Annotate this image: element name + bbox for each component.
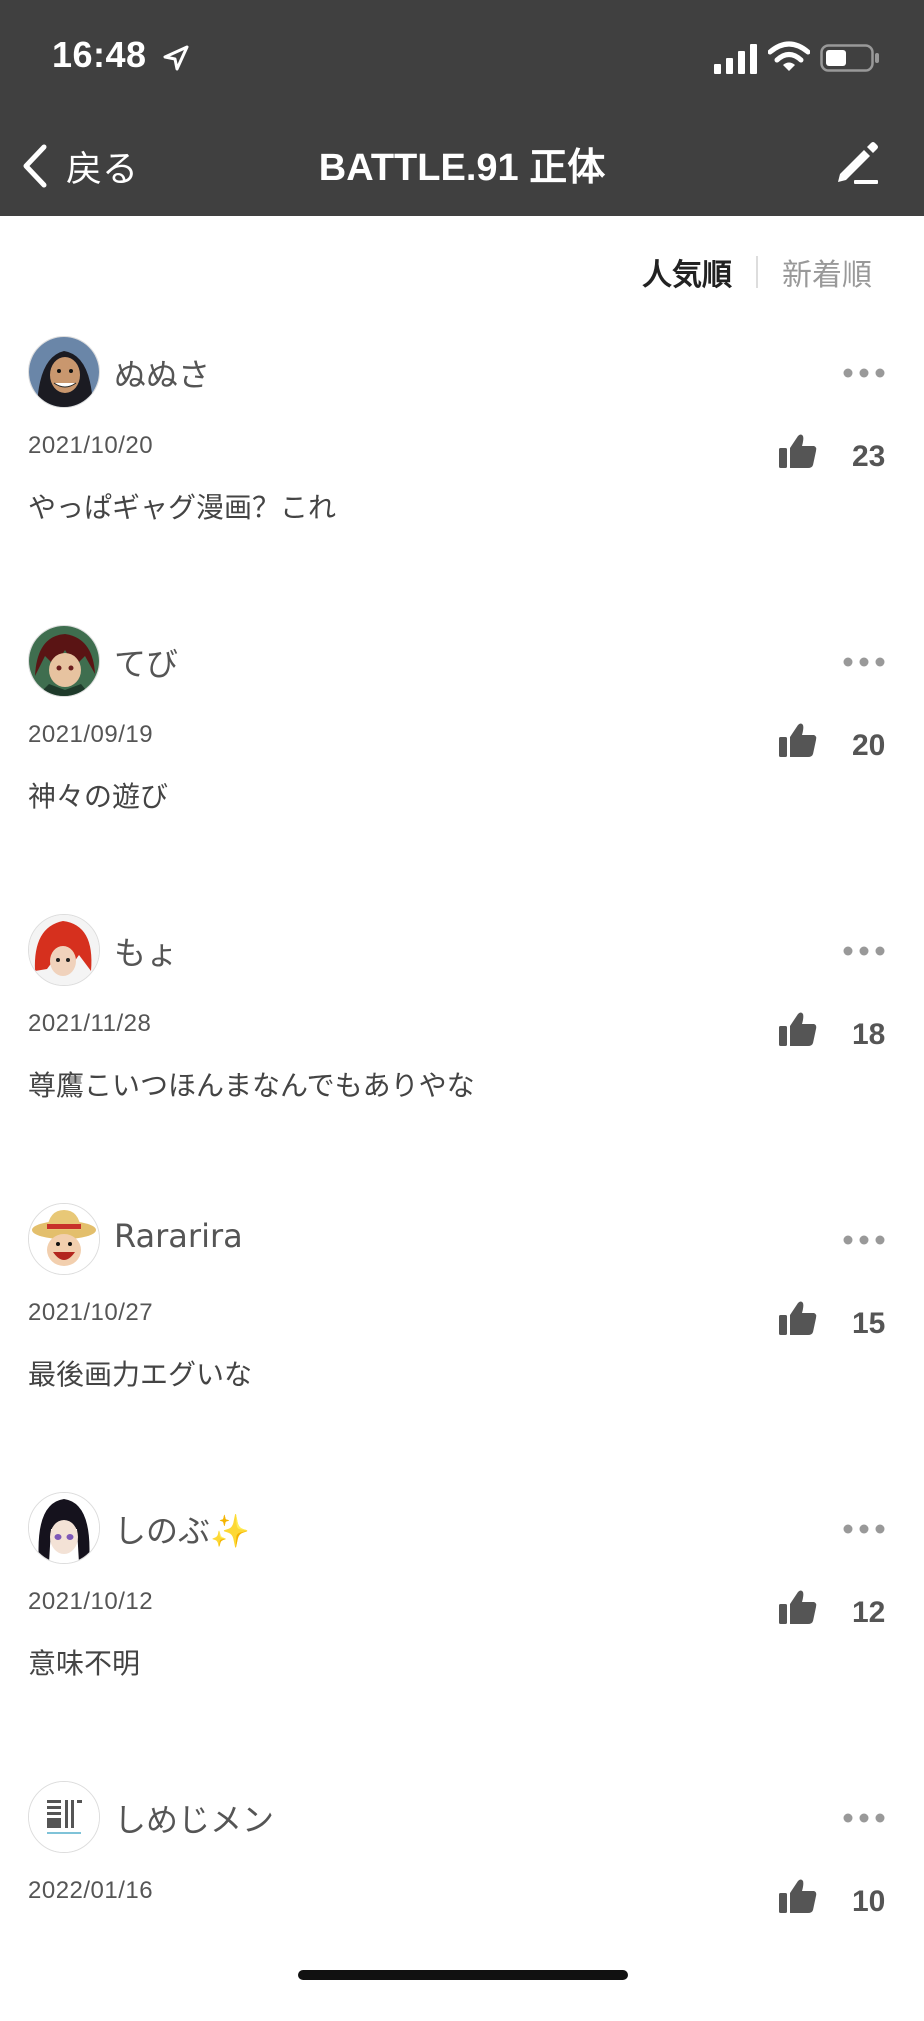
comment-text: 意味不明	[28, 1647, 141, 1680]
thumbs-up-icon[interactable]	[778, 432, 818, 470]
sort-divider	[756, 256, 758, 288]
like-count: 10	[852, 1885, 886, 1918]
avatar-straw-hat	[29, 1204, 99, 1274]
comment-text: やっぱギャグ漫画？これ	[28, 491, 337, 524]
comment-text: 神々の遊び	[28, 780, 169, 813]
comment-text: 尊鷹こいつほんまなんでもありやな	[28, 1069, 475, 1102]
comment-date: 2021/10/12	[28, 1588, 154, 1615]
comment-text: 最後画力エグいな	[28, 1358, 253, 1391]
avatar-dark-hair	[29, 337, 99, 407]
more-options-icon[interactable]	[842, 655, 886, 669]
cellular-signal-icon	[714, 44, 757, 74]
username[interactable]: ぬぬさ	[114, 350, 210, 396]
thumbs-up-icon[interactable]	[778, 1299, 818, 1337]
battery-icon	[820, 44, 879, 72]
comment-date: 2021/11/28	[28, 1010, 152, 1037]
edit-pencil-icon[interactable]	[832, 138, 882, 188]
page-title: BATTLE.91 正体	[318, 147, 606, 189]
comment-item: ぬぬさ 2021/10/20 23 やっぱギャグ漫画？これ	[0, 336, 924, 576]
status-time: 16:48	[52, 34, 147, 75]
header-bar: 16:48 戻る BATTLE.91 正体	[0, 0, 924, 216]
username[interactable]: しめじメン	[114, 1795, 274, 1841]
comment-date: 2021/10/27	[28, 1299, 154, 1326]
more-options-icon[interactable]	[842, 1522, 886, 1536]
avatar[interactable]	[28, 625, 100, 697]
comment-item: もょ 2021/11/28 18 尊鷹こいつほんまなんでもありやな	[0, 914, 924, 1154]
avatar[interactable]	[28, 336, 100, 408]
more-options-icon[interactable]	[842, 944, 886, 958]
avatar-logo	[29, 1782, 99, 1852]
username[interactable]: Rararira	[114, 1217, 243, 1255]
comment-date: 2021/09/19	[28, 721, 154, 748]
sort-popular-tab[interactable]: 人気順	[642, 250, 732, 294]
comment-item: しめじメン 2022/01/16 10	[0, 1781, 924, 2021]
avatar-purple-eyes	[29, 1493, 99, 1563]
avatar[interactable]	[28, 914, 100, 986]
like-count: 12	[852, 1596, 886, 1629]
more-options-icon[interactable]	[842, 366, 886, 380]
username[interactable]: しのぶ✨	[114, 1506, 250, 1552]
thumbs-up-icon[interactable]	[778, 1877, 818, 1915]
username[interactable]: てび	[114, 639, 178, 685]
comment-item: しのぶ✨ 2021/10/12 12 意味不明	[0, 1492, 924, 1732]
home-indicator[interactable]	[298, 1970, 628, 1980]
sort-toggle: 人気順 新着順	[642, 250, 872, 294]
location-arrow-icon	[163, 45, 189, 71]
username[interactable]: もょ	[114, 928, 178, 974]
like-count: 18	[852, 1018, 886, 1051]
comment-date: 2022/01/16	[28, 1877, 154, 1904]
more-options-icon[interactable]	[842, 1811, 886, 1825]
avatar-red-hair	[29, 626, 99, 696]
wifi-icon	[768, 41, 810, 71]
avatar-red-character	[29, 915, 99, 985]
thumbs-up-icon[interactable]	[778, 1588, 818, 1626]
thumbs-up-icon[interactable]	[778, 721, 818, 759]
comment-item: てび 2021/09/19 20 神々の遊び	[0, 625, 924, 865]
avatar[interactable]	[28, 1203, 100, 1275]
avatar[interactable]	[28, 1492, 100, 1564]
like-count: 23	[852, 440, 886, 473]
avatar[interactable]	[28, 1781, 100, 1853]
more-options-icon[interactable]	[842, 1233, 886, 1247]
like-count: 15	[852, 1307, 886, 1340]
sort-newest-tab[interactable]: 新着順	[782, 250, 872, 294]
comment-item: Rararira 2021/10/27 15 最後画力エグいな	[0, 1203, 924, 1443]
comment-date: 2021/10/20	[28, 432, 154, 459]
thumbs-up-icon[interactable]	[778, 1010, 818, 1048]
like-count: 20	[852, 729, 886, 762]
